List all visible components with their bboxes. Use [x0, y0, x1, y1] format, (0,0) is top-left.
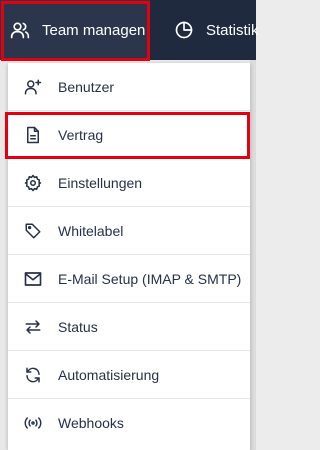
menu-item-status[interactable]: Status	[8, 303, 250, 351]
background-panel-left	[0, 60, 8, 450]
background-panel-right	[250, 60, 256, 450]
menu-item-automatisierung[interactable]: Automatisierung	[8, 351, 250, 399]
envelope-icon	[23, 271, 43, 287]
top-navigation-bar: Team managen Statistik	[0, 0, 259, 60]
tab-team-managen-label: Team managen	[42, 21, 146, 39]
menu-item-label: E-Mail Setup (IMAP & SMTP)	[58, 270, 242, 287]
menu-item-whitelabel[interactable]: Whitelabel	[8, 207, 250, 255]
menu-item-email-setup[interactable]: E-Mail Setup (IMAP & SMTP)	[8, 255, 250, 303]
arrows-swap-icon	[23, 318, 43, 336]
pie-chart-icon	[174, 20, 194, 40]
gear-icon	[23, 174, 43, 192]
broadcast-icon	[23, 415, 43, 431]
menu-item-label: Webhooks	[58, 415, 124, 431]
menu-item-benutzer[interactable]: Benutzer	[8, 63, 250, 111]
tab-statistik[interactable]: Statistik	[174, 0, 259, 60]
menu-item-label: Automatisierung	[58, 366, 160, 383]
menu-item-webhooks[interactable]: Webhooks	[8, 399, 250, 447]
document-icon	[23, 126, 43, 144]
menu-item-label: Einstellungen	[58, 174, 143, 191]
menu-item-label: Status	[58, 318, 98, 335]
tab-team-managen[interactable]: Team managen	[0, 0, 150, 60]
user-plus-icon	[23, 78, 43, 96]
tab-statistik-label: Statistik	[206, 21, 259, 39]
menu-item-label: Whitelabel	[58, 222, 124, 239]
tag-icon	[23, 222, 43, 240]
menu-item-label: Benutzer	[58, 78, 115, 95]
team-dropdown-menu: Benutzer Vertrag Einstellungen Whitelabe…	[8, 63, 250, 450]
menu-item-einstellungen[interactable]: Einstellungen	[8, 159, 250, 207]
menu-item-label: Vertrag	[58, 126, 104, 143]
refresh-icon	[23, 366, 43, 384]
users-icon	[10, 20, 30, 40]
menu-item-vertrag[interactable]: Vertrag	[8, 111, 250, 159]
